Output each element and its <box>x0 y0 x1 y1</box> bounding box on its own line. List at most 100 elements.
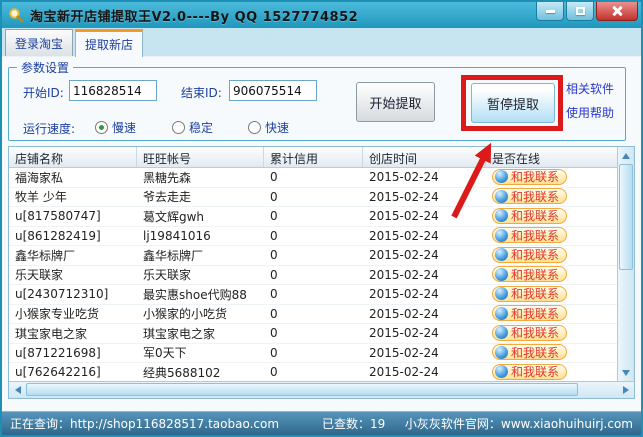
contact-me-button[interactable]: 和我联系 <box>492 246 568 263</box>
contact-me-button[interactable]: 和我联系 <box>492 227 568 243</box>
table-row[interactable]: 鑫华标牌厂 鑫华标牌厂 0 2015-02-24 和我联系 <box>9 246 617 266</box>
radio-fast-label: 快速 <box>265 121 290 135</box>
contact-me-label: 和我联系 <box>511 228 560 243</box>
vertical-scrollbar[interactable] <box>617 147 634 381</box>
status-bar: 正在查询：http://shop116828517.taobao.com 已查数… <box>2 411 641 435</box>
scroll-left-button[interactable] <box>9 382 26 398</box>
online-cell: 和我联系 <box>486 207 617 226</box>
horizontal-scroll-thumb[interactable] <box>26 383 578 396</box>
radio-fast-dot[interactable] <box>248 121 261 134</box>
vertical-scroll-thumb[interactable] <box>619 164 633 270</box>
online-cell: 和我联系 <box>486 285 617 304</box>
table-body: 福海家私 黑糖先森 0 2015-02-24 和我联系 牧羊 少年 爷去走走 0… <box>9 168 617 381</box>
contact-me-button[interactable]: 和我联系 <box>492 344 568 360</box>
header-created[interactable]: 创店时间 <box>363 147 486 167</box>
contact-me-button[interactable]: 和我联系 <box>492 168 568 185</box>
status-querying: 正在查询：http://shop116828517.taobao.com <box>10 417 280 431</box>
online-cell: 和我联系 <box>486 363 617 382</box>
wangwang-icon <box>495 228 508 242</box>
credit-cell: 0 <box>270 189 278 204</box>
radio-stable[interactable]: 稳定 <box>172 119 213 136</box>
start-extract-button[interactable]: 开始提取 <box>356 82 435 122</box>
contact-me-button[interactable]: 和我联系 <box>492 266 568 282</box>
close-button[interactable] <box>596 2 638 21</box>
end-id-label: 结束ID: <box>181 86 222 100</box>
header-wangwang[interactable]: 旺旺帐号 <box>137 147 264 167</box>
table-row[interactable]: u[871221698] 军0天下 0 2015-02-24 和我联系 <box>9 344 617 363</box>
tab-login-taobao[interactable]: 登录淘宝 <box>5 29 74 56</box>
contact-me-button[interactable]: 和我联系 <box>492 324 568 341</box>
minimize-button[interactable] <box>536 2 564 21</box>
maximize-button[interactable] <box>566 2 594 21</box>
credit-cell: 0 <box>270 209 278 224</box>
shop-name-cell: u[817580747] <box>15 209 101 224</box>
scroll-up-button[interactable] <box>618 147 634 164</box>
contact-me-button[interactable]: 和我联系 <box>492 363 568 380</box>
shop-name-cell: u[2430712310] <box>15 287 109 302</box>
header-online[interactable]: 是否在线 <box>486 147 617 167</box>
shop-name-cell: 牧羊 少年 <box>15 190 67 205</box>
header-credit[interactable]: 累计信用 <box>264 147 363 167</box>
contact-me-label: 和我联系 <box>511 209 560 223</box>
table-row[interactable]: u[817580747] 葛文辉gwh 0 2015-02-24 和我联系 <box>9 207 617 227</box>
contact-me-button[interactable]: 和我联系 <box>492 305 568 321</box>
wangwang-icon <box>495 170 508 183</box>
wangwang-cell: 爷去走走 <box>143 190 192 205</box>
created-cell: 2015-02-24 <box>369 365 439 380</box>
link-usage-help[interactable]: 使用帮助 <box>566 101 614 125</box>
contact-me-button[interactable]: 和我联系 <box>492 188 568 204</box>
params-group-title: 参数设置 <box>17 59 74 76</box>
table-row[interactable]: 小猴家专业吃货 小猴家的小吃货 0 2015-02-24 和我联系 <box>9 305 617 324</box>
online-cell: 和我联系 <box>486 324 617 343</box>
scroll-down-button[interactable] <box>618 364 634 381</box>
contact-me-button[interactable]: 和我联系 <box>492 207 568 224</box>
header-shop-name[interactable]: 店铺名称 <box>9 147 137 167</box>
radio-slow[interactable]: 慢速 <box>95 119 136 136</box>
end-id-input[interactable] <box>229 80 317 101</box>
credit-cell: 0 <box>270 248 278 263</box>
link-related-software[interactable]: 相关软件 <box>566 77 614 101</box>
status-count: 已查数：19 <box>322 417 386 431</box>
status-website[interactable]: 小灰灰软件官网：www.xiaohuihuirj.com <box>405 415 633 432</box>
horizontal-scrollbar[interactable] <box>9 381 634 398</box>
table-row[interactable]: 乐天联家 乐天联家 0 2015-02-24 和我联系 <box>9 266 617 285</box>
wangwang-icon <box>495 209 508 222</box>
credit-cell: 0 <box>270 326 278 341</box>
left-arrow-icon <box>14 386 21 394</box>
contact-me-label: 和我联系 <box>511 365 560 379</box>
created-cell: 2015-02-24 <box>369 170 439 185</box>
radio-slow-label: 慢速 <box>112 121 137 135</box>
shop-name-cell: 乐天联家 <box>15 268 64 283</box>
radio-stable-dot[interactable] <box>172 121 185 134</box>
wangwang-icon <box>495 267 508 281</box>
table-row[interactable]: 福海家私 黑糖先森 0 2015-02-24 和我联系 <box>9 168 617 188</box>
app-window: 淘宝新开店铺提取王V2.0----By QQ 1527774852 登录淘宝 提… <box>0 0 643 437</box>
scroll-right-button[interactable] <box>617 382 634 398</box>
wangwang-cell: lj19841016 <box>143 228 211 243</box>
params-groupbox: 参数设置 开始ID: 结束ID: 开始提取 暂停提取 相关软件 使用帮助 运行速… <box>8 59 626 141</box>
wangwang-icon <box>495 287 508 300</box>
wangwang-cell: 乐天联家 <box>143 268 192 283</box>
tab-extract-new-shops[interactable]: 提取新店 <box>75 29 144 57</box>
online-cell: 和我联系 <box>486 246 617 265</box>
created-cell: 2015-02-24 <box>369 287 439 302</box>
radio-slow-dot[interactable] <box>95 121 108 134</box>
created-cell: 2015-02-24 <box>369 326 439 341</box>
table-row[interactable]: u[861282419] lj19841016 0 2015-02-24 和我联… <box>9 227 617 246</box>
shop-name-cell: 鑫华标牌厂 <box>15 248 76 263</box>
wangwang-cell: 鑫华标牌厂 <box>143 248 204 263</box>
online-cell: 和我联系 <box>486 344 617 362</box>
radio-fast[interactable]: 快速 <box>248 119 289 136</box>
table-row[interactable]: u[762642216] 经典5688102 0 2015-02-24 和我联系 <box>9 363 617 381</box>
pause-extract-button[interactable]: 暂停提取 <box>471 83 555 123</box>
wangwang-cell: 最实惠shoe代购88 <box>143 287 247 302</box>
contact-me-label: 和我联系 <box>511 267 560 282</box>
table-row[interactable]: 琪宝家电之家 琪宝家电之家 0 2015-02-24 和我联系 <box>9 324 617 344</box>
contact-me-button[interactable]: 和我联系 <box>492 285 568 302</box>
credit-cell: 0 <box>270 228 278 243</box>
wangwang-icon <box>495 326 508 339</box>
table-row[interactable]: 牧羊 少年 爷去走走 0 2015-02-24 和我联系 <box>9 188 617 207</box>
down-arrow-icon <box>622 369 630 376</box>
start-id-input[interactable] <box>69 80 157 101</box>
table-row[interactable]: u[2430712310] 最实惠shoe代购88 0 2015-02-24 和… <box>9 285 617 305</box>
